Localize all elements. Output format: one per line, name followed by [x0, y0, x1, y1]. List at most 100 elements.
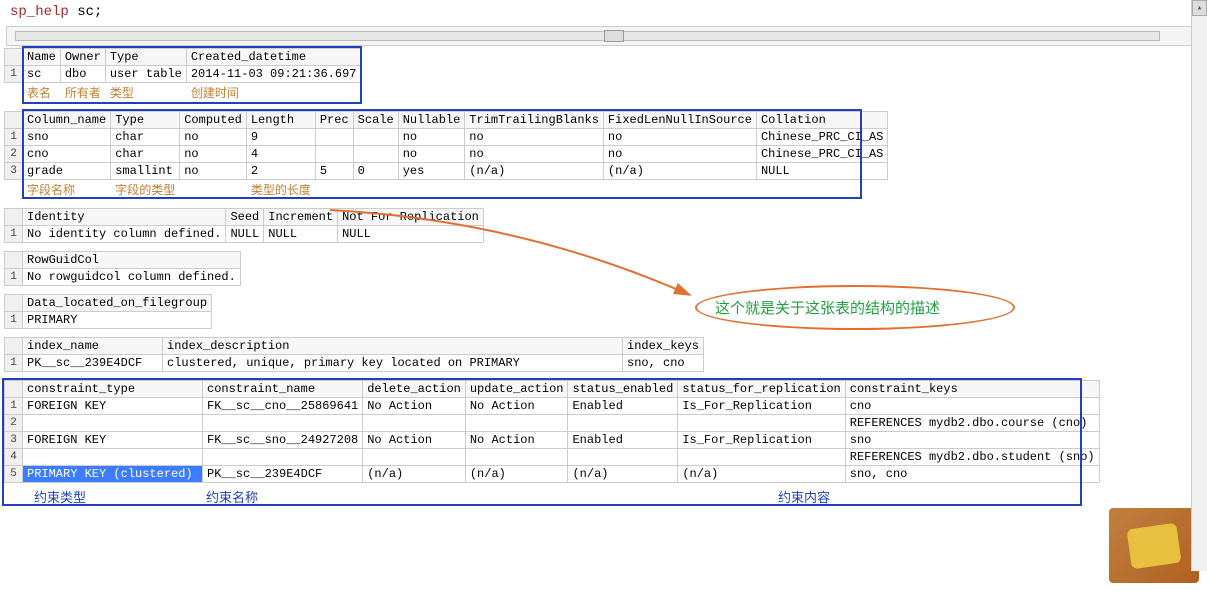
cell[interactable]: PK__sc__239E4DCF [23, 355, 163, 372]
cell[interactable]: cno [23, 146, 111, 163]
cell[interactable]: cno [845, 398, 1099, 415]
cell[interactable]: sno, cno [623, 355, 704, 372]
cell[interactable]: NULL [338, 226, 484, 243]
cell[interactable]: user table [105, 66, 186, 83]
cell[interactable]: (n/a) [603, 163, 756, 180]
cell[interactable]: FK__sc__sno__24927208 [203, 432, 363, 449]
col-header[interactable]: constraint_type [23, 381, 203, 398]
col-header[interactable]: Column_name [23, 112, 111, 129]
col-header[interactable]: Name [23, 49, 61, 66]
cell[interactable]: no [398, 146, 465, 163]
cell[interactable]: Enabled [568, 398, 678, 415]
cell[interactable] [465, 415, 568, 432]
cell[interactable]: dbo [60, 66, 105, 83]
cell[interactable] [23, 415, 203, 432]
cell[interactable]: char [111, 129, 180, 146]
cell[interactable]: 0 [353, 163, 398, 180]
cell[interactable] [363, 449, 466, 466]
col-header[interactable]: Identity [23, 209, 226, 226]
cell[interactable]: Enabled [568, 432, 678, 449]
col-header[interactable]: index_description [163, 338, 623, 355]
col-header[interactable]: index_name [23, 338, 163, 355]
cell[interactable]: 2014-11-03 09:21:36.697 [186, 66, 361, 83]
cell[interactable] [203, 415, 363, 432]
col-header[interactable]: Computed [180, 112, 247, 129]
col-header[interactable]: update_action [465, 381, 568, 398]
cell[interactable] [315, 129, 353, 146]
cell[interactable]: smallint [111, 163, 180, 180]
cell[interactable]: 9 [246, 129, 315, 146]
cell[interactable]: (n/a) [465, 163, 604, 180]
cell[interactable]: NULL [264, 226, 338, 243]
col-header[interactable]: constraint_keys [845, 381, 1099, 398]
col-header[interactable]: Type [105, 49, 186, 66]
col-header[interactable]: Nullable [398, 112, 465, 129]
cell[interactable]: sno [845, 432, 1099, 449]
cell[interactable]: No Action [465, 432, 568, 449]
cell[interactable]: no [398, 129, 465, 146]
cell[interactable]: (n/a) [678, 466, 845, 483]
cell[interactable]: Is_For_Replication [678, 398, 845, 415]
col-header[interactable]: FixedLenNullInSource [603, 112, 756, 129]
col-header[interactable]: Scale [353, 112, 398, 129]
cell[interactable]: Chinese_PRC_CI_AS [756, 129, 887, 146]
col-header[interactable]: Type [111, 112, 180, 129]
cell[interactable]: FK__sc__cno__25869641 [203, 398, 363, 415]
cell[interactable]: PRIMARY [23, 312, 212, 329]
cell[interactable]: char [111, 146, 180, 163]
cell[interactable]: REFERENCES mydb2.dbo.student (sno) [845, 449, 1099, 466]
col-header[interactable]: constraint_name [203, 381, 363, 398]
cell[interactable]: no [465, 146, 604, 163]
col-header[interactable]: Collation [756, 112, 887, 129]
cell[interactable]: PK__sc__239E4DCF [203, 466, 363, 483]
cell[interactable]: FOREIGN KEY [23, 432, 203, 449]
cell[interactable]: (n/a) [465, 466, 568, 483]
cell[interactable]: REFERENCES mydb2.dbo.course (cno) [845, 415, 1099, 432]
cell[interactable]: no [180, 163, 247, 180]
cell[interactable]: yes [398, 163, 465, 180]
cell[interactable]: 5 [315, 163, 353, 180]
cell[interactable] [353, 129, 398, 146]
cell[interactable]: NULL [756, 163, 887, 180]
cell[interactable]: 2 [246, 163, 315, 180]
col-header[interactable]: Data_located_on_filegroup [23, 295, 212, 312]
col-header[interactable]: Increment [264, 209, 338, 226]
cell[interactable]: Is_For_Replication [678, 432, 845, 449]
cell[interactable] [315, 146, 353, 163]
cell[interactable] [678, 449, 845, 466]
cell[interactable]: No identity column defined. [23, 226, 226, 243]
splitter-handle[interactable] [604, 30, 624, 42]
row-number[interactable]: 1 [5, 66, 23, 83]
cell[interactable]: (n/a) [568, 466, 678, 483]
cell[interactable]: 4 [246, 146, 315, 163]
cell[interactable]: no [180, 129, 247, 146]
cell[interactable]: No Action [363, 432, 466, 449]
cell[interactable] [353, 146, 398, 163]
col-header[interactable]: Created_datetime [186, 49, 361, 66]
col-header[interactable]: delete_action [363, 381, 466, 398]
cell[interactable]: No rowguidcol column defined. [23, 269, 241, 286]
col-header[interactable]: Seed [226, 209, 264, 226]
cell[interactable]: FOREIGN KEY [23, 398, 203, 415]
col-header[interactable]: status_enabled [568, 381, 678, 398]
col-header[interactable]: Owner [60, 49, 105, 66]
cell[interactable]: Chinese_PRC_CI_AS [756, 146, 887, 163]
cell[interactable]: No Action [465, 398, 568, 415]
cell[interactable]: no [603, 146, 756, 163]
cell[interactable] [465, 449, 568, 466]
col-header[interactable]: Length [246, 112, 315, 129]
cell[interactable]: grade [23, 163, 111, 180]
cell[interactable]: sc [23, 66, 61, 83]
cell[interactable]: no [180, 146, 247, 163]
col-header[interactable]: TrimTrailingBlanks [465, 112, 604, 129]
cell[interactable] [568, 415, 678, 432]
col-header[interactable]: index_keys [623, 338, 704, 355]
col-header[interactable]: Prec [315, 112, 353, 129]
col-header[interactable]: Not For Replication [338, 209, 484, 226]
cell[interactable]: no [603, 129, 756, 146]
cell[interactable]: (n/a) [363, 466, 466, 483]
vertical-scrollbar[interactable]: ▴ [1191, 0, 1207, 571]
cell[interactable]: NULL [226, 226, 264, 243]
col-header[interactable]: RowGuidCol [23, 252, 241, 269]
sql-editor-line[interactable]: sp_help sc; [0, 0, 1207, 24]
